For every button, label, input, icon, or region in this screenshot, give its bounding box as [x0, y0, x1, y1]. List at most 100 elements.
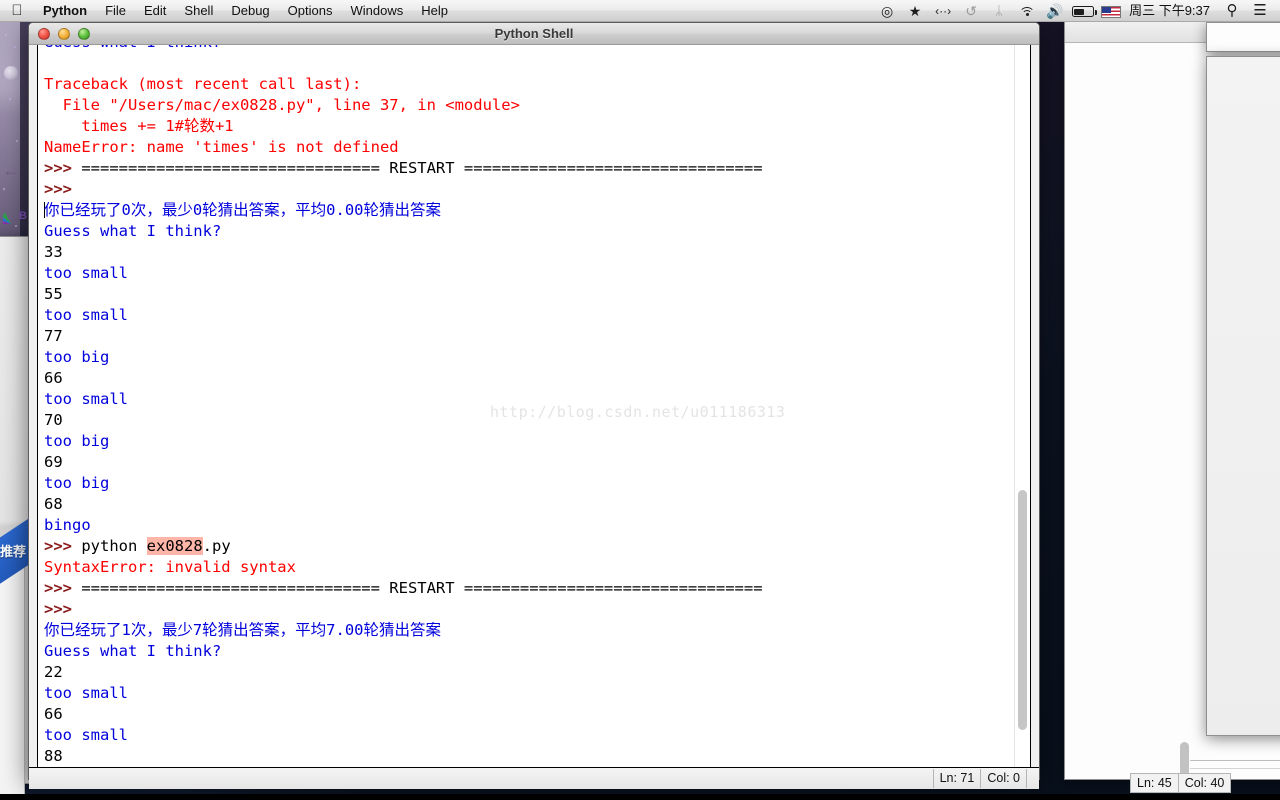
- menu-item-shell[interactable]: Shell: [175, 0, 222, 22]
- shell-text-segment: too big: [44, 348, 110, 366]
- macos-menu-bar:  Python File Edit Shell Debug Options W…: [0, 0, 1280, 22]
- menu-bar-clock[interactable]: 周三 下午9:37: [1125, 0, 1218, 22]
- zoom-button[interactable]: [78, 27, 90, 40]
- shell-text-segment: 69: [44, 453, 63, 471]
- shell-line: 68: [44, 494, 1014, 515]
- battery-icon[interactable]: [1069, 0, 1098, 22]
- volume-icon[interactable]: 🔊: [1041, 0, 1069, 22]
- back-arrow-icon: ←: [2, 161, 20, 180]
- background-window-right-panel-top[interactable]: [1206, 22, 1280, 52]
- letter-b-icon: B: [19, 210, 27, 222]
- shell-column-indicator: Col: 0: [980, 769, 1027, 788]
- shell-text-segment: >>>: [44, 180, 82, 198]
- background-window-divider: [1190, 760, 1280, 761]
- shell-scrollbar-thumb[interactable]: [1018, 490, 1027, 730]
- shell-text-segment: >>>: [44, 579, 82, 597]
- close-button[interactable]: [38, 27, 50, 40]
- apple-menu-icon[interactable]: : [0, 0, 34, 22]
- shell-line: 88: [44, 746, 1014, 767]
- notification-center-icon[interactable]: ☰: [1246, 0, 1274, 22]
- background-column-indicator: Col: 40: [1177, 773, 1232, 793]
- shell-line: Guess what I think?: [44, 641, 1014, 662]
- menu-item-options[interactable]: Options: [279, 0, 342, 22]
- shell-text-segment: too big: [44, 474, 110, 492]
- shell-titlebar[interactable]: Python Shell: [29, 23, 1039, 45]
- shell-text-segment: python: [81, 537, 147, 555]
- input-source-flag-icon[interactable]: [1097, 0, 1125, 22]
- dropbox-icon[interactable]: ◎: [873, 0, 901, 22]
- bluetooth-icon[interactable]: ᛦ: [985, 0, 1013, 22]
- menu-item-help[interactable]: Help: [412, 0, 457, 22]
- shell-text-segment: 33: [44, 243, 63, 261]
- shell-text-area[interactable]: Guess what I think? Traceback (most recen…: [38, 45, 1014, 767]
- wifi-icon[interactable]: [1013, 0, 1041, 22]
- shell-vertical-scrollbar[interactable]: [1014, 45, 1030, 767]
- shell-line: >>>: [44, 179, 1014, 200]
- menu-bar-status-items: ◎ ★ ‹··› ↺ ᛦ 🔊 周三 下午9:37 ⚲ ☰: [873, 0, 1280, 22]
- menu-item-file[interactable]: File: [96, 0, 135, 22]
- shell-line: >>> python ex0828.py: [44, 536, 1014, 557]
- shell-line: too small: [44, 683, 1014, 704]
- shell-status-bar: Ln: 71 Col: 0: [29, 767, 1039, 789]
- shell-text-segment: too small: [44, 264, 128, 282]
- shell-body: Guess what I think? Traceback (most recen…: [37, 45, 1031, 767]
- shell-line: 66: [44, 704, 1014, 725]
- background-line-indicator: Ln: 45: [1130, 773, 1178, 793]
- shell-text-segment: 66: [44, 369, 63, 387]
- shell-line: 66: [44, 368, 1014, 389]
- star-icon[interactable]: ★: [901, 0, 929, 22]
- background-window-divider: [1190, 768, 1280, 769]
- shell-text-segment: times += 1#轮数+1: [44, 117, 234, 135]
- wallpaper-star: [14, 46, 16, 48]
- shell-line: too small: [44, 389, 1014, 410]
- window-controls: [29, 27, 90, 40]
- shell-text-segment: too small: [44, 684, 128, 702]
- shell-text-segment: ================================ RESTART…: [81, 579, 763, 597]
- minimize-button[interactable]: [58, 27, 70, 40]
- shell-line: too big: [44, 431, 1014, 452]
- background-window-right-panel[interactable]: [1206, 56, 1280, 736]
- shell-text-segment: NameError: name 'times' is not defined: [44, 138, 399, 156]
- shell-line: too big: [44, 473, 1014, 494]
- shell-line: >>> ================================ RES…: [44, 578, 1014, 599]
- shell-text-segment: too big: [44, 432, 110, 450]
- shell-text-segment: 55: [44, 285, 63, 303]
- shell-line: Traceback (most recent call last):: [44, 74, 1014, 95]
- shell-line: 69: [44, 452, 1014, 473]
- python-shell-window[interactable]: Python Shell Guess what I think? Tracebac…: [28, 22, 1040, 789]
- shell-text-segment: 22: [44, 663, 63, 681]
- shell-text-segment: Guess what I think?: [44, 642, 222, 660]
- wallpaper-star: [3, 188, 5, 190]
- shell-line: >>>: [44, 599, 1014, 620]
- shell-line: too small: [44, 305, 1014, 326]
- shell-line: [44, 53, 1014, 74]
- shell-line-indicator: Ln: 71: [932, 769, 981, 788]
- background-window-status-bar: Ln: 45 Col: 40: [1130, 772, 1280, 794]
- shell-line: 你已经玩了0次，最少0轮猜出答案，平均0.00轮猜出答案: [44, 200, 1014, 221]
- shell-text-segment: too small: [44, 390, 128, 408]
- screen-bottom-edge: [0, 794, 1280, 800]
- wallpaper-star: [9, 98, 11, 100]
- shell-line: File "/Users/mac/ex0828.py", line 37, in…: [44, 95, 1014, 116]
- shell-output-text[interactable]: Guess what I think? Traceback (most recen…: [44, 45, 1014, 767]
- shell-text-segment: too small: [44, 726, 128, 744]
- shell-line: 55: [44, 284, 1014, 305]
- shell-text-segment: >>>: [44, 159, 82, 177]
- search-icon[interactable]: ⚲: [1218, 0, 1246, 22]
- arrows-icon[interactable]: ‹··›: [929, 0, 957, 22]
- shell-line: too big: [44, 347, 1014, 368]
- menu-item-windows[interactable]: Windows: [341, 0, 412, 22]
- shell-line: 70: [44, 410, 1014, 431]
- shell-line: 33: [44, 242, 1014, 263]
- menu-item-python[interactable]: Python: [34, 0, 96, 22]
- shell-text-segment: 70: [44, 411, 63, 429]
- shell-text-segment: too small: [44, 306, 128, 324]
- menu-item-edit[interactable]: Edit: [135, 0, 175, 22]
- shell-line: 22: [44, 662, 1014, 683]
- menu-item-debug[interactable]: Debug: [222, 0, 278, 22]
- shell-line: Guess what I think?: [44, 221, 1014, 242]
- time-machine-icon[interactable]: ↺: [957, 0, 985, 22]
- shell-text-segment: 你已经玩了0次，最少0轮猜出答案，平均0.00轮猜出答案: [44, 201, 441, 219]
- shell-text-segment: 77: [44, 327, 63, 345]
- shell-text-segment: 66: [44, 705, 63, 723]
